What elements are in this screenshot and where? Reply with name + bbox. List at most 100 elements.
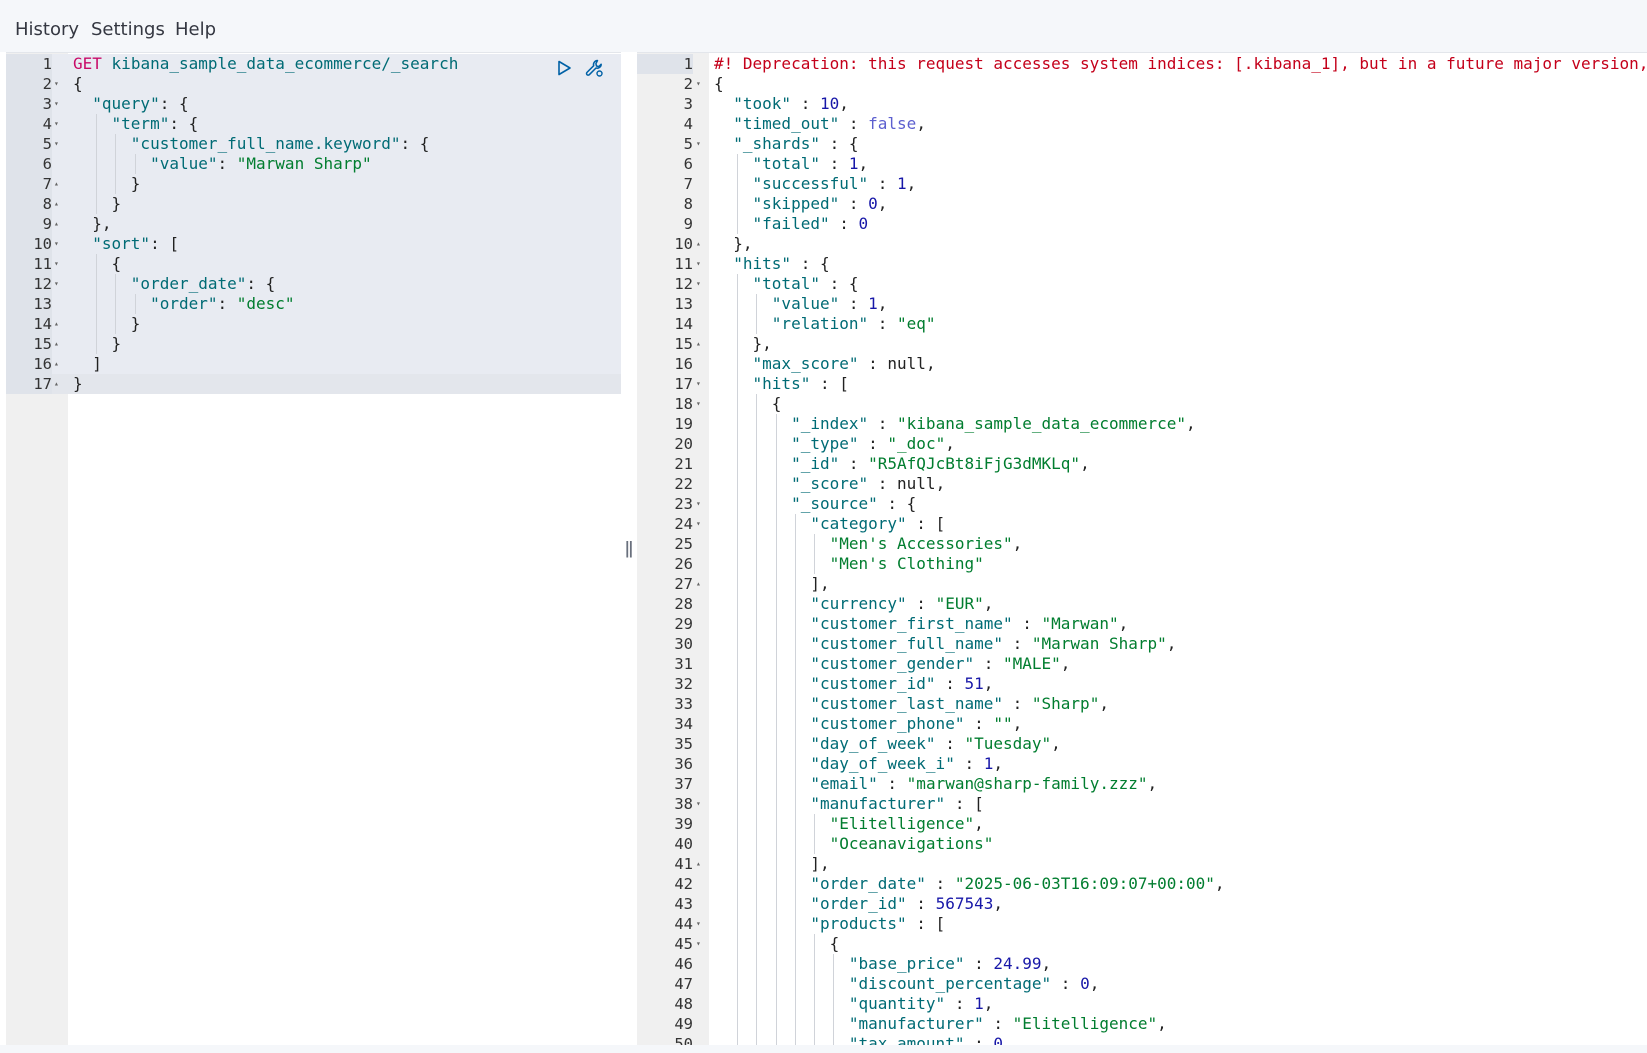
- fold-arrow-icon[interactable]: ▾: [696, 934, 701, 954]
- code-text: GET kibana_sample_data_ecommerce/_search: [73, 54, 458, 74]
- unfold-arrow-icon[interactable]: ▴: [54, 174, 59, 194]
- token-key: "customer_full_name": [810, 634, 1003, 653]
- response-line: 26 "Men's Clothing": [637, 554, 1647, 574]
- fold-arrow-icon[interactable]: ▾: [696, 914, 701, 934]
- code-text: "Elitelligence",: [714, 814, 984, 834]
- fold-arrow-icon[interactable]: ▾: [54, 274, 59, 294]
- indent-guide: [737, 994, 739, 1014]
- response-line: 28 "currency" : "EUR",: [637, 594, 1647, 614]
- response-line: 14 "relation" : "eq": [637, 314, 1647, 334]
- indent-guide: [756, 914, 758, 934]
- token-punct: :: [839, 454, 869, 473]
- token-str: "desc": [236, 294, 295, 313]
- indent-guide: [794, 654, 796, 674]
- response-line: 2 ▾ {: [637, 74, 1647, 94]
- indent-guide: [756, 894, 758, 914]
- indent-guide: [814, 974, 815, 994]
- line-number: 44: [674, 915, 693, 933]
- line-number: 4: [6, 114, 52, 134]
- token-key: "term": [111, 114, 170, 133]
- token-punct: :: [217, 154, 237, 173]
- fold-arrow-icon[interactable]: ▾: [54, 234, 59, 254]
- indent-guide: [737, 394, 739, 414]
- indent-guide: [794, 854, 796, 874]
- wrench-icon[interactable]: [583, 57, 605, 79]
- indent-guide: [756, 434, 758, 454]
- fold-arrow-icon[interactable]: ▾: [696, 74, 701, 94]
- fold-arrow-icon[interactable]: ▾: [696, 494, 701, 514]
- indent-guide: [737, 194, 739, 214]
- indent-guide: [756, 814, 758, 834]
- request-line: 2 ▾ {: [6, 74, 621, 94]
- token-punct: ,: [983, 594, 994, 613]
- response-line: 11 ▾ "hits" : {: [637, 254, 1647, 274]
- unfold-arrow-icon[interactable]: ▴: [54, 194, 59, 214]
- indent-guide: [737, 294, 739, 314]
- token-punct: :: [906, 594, 936, 613]
- token-key: "value": [150, 154, 218, 173]
- unfold-arrow-icon[interactable]: ▴: [54, 214, 59, 234]
- indent-guide: [737, 414, 739, 434]
- line-number: 28: [674, 595, 693, 613]
- response-line: 23 ▾ "_source" : {: [637, 494, 1647, 514]
- code-text: "currency" : "EUR",: [714, 594, 993, 614]
- unfold-arrow-icon[interactable]: ▴: [54, 374, 59, 394]
- token-punct: :: [954, 754, 984, 773]
- indent-guide: [775, 634, 777, 654]
- fold-arrow-icon[interactable]: ▾: [54, 94, 59, 114]
- fold-arrow-icon[interactable]: ▾: [54, 254, 59, 274]
- fold-arrow-icon[interactable]: ▾: [696, 514, 701, 534]
- unfold-arrow-icon[interactable]: ▴: [696, 334, 701, 354]
- line-number: 14: [6, 314, 52, 334]
- line-number: 10: [6, 234, 52, 254]
- request-lines[interactable]: 1 GET kibana_sample_data_ecommerce/_searc…: [6, 54, 621, 394]
- indent-guide: [814, 554, 815, 574]
- line-number: 1: [637, 54, 693, 74]
- play-icon[interactable]: [553, 57, 575, 79]
- response-line: 7 "successful" : 1,: [637, 174, 1647, 194]
- token-key: "_type": [791, 434, 859, 453]
- unfold-arrow-icon[interactable]: ▴: [696, 854, 701, 874]
- resize-handle-icon[interactable]: ǁ: [622, 52, 636, 1045]
- token-punct: }: [130, 314, 141, 333]
- fold-arrow-icon[interactable]: ▾: [696, 374, 701, 394]
- fold-arrow-icon[interactable]: ▾: [696, 394, 701, 414]
- fold-arrow-icon[interactable]: ▾: [696, 794, 701, 814]
- fold-arrow-icon[interactable]: ▾: [54, 114, 59, 134]
- token-key: "query": [92, 94, 160, 113]
- menu-settings[interactable]: Settings: [91, 19, 165, 40]
- menu-help[interactable]: Help: [175, 19, 216, 40]
- line-number: 32: [674, 675, 693, 693]
- unfold-arrow-icon[interactable]: ▴: [696, 574, 701, 594]
- token-str: "kibana_sample_data_ecommerce": [897, 414, 1187, 433]
- indent-guide: [756, 934, 758, 954]
- unfold-arrow-icon[interactable]: ▴: [54, 314, 59, 334]
- line-number: 47: [674, 975, 693, 993]
- fold-arrow-icon[interactable]: ▾: [54, 74, 59, 94]
- fold-arrow-icon[interactable]: ▾: [696, 254, 701, 274]
- token-punct: :: [868, 414, 898, 433]
- fold-arrow-icon[interactable]: ▾: [54, 134, 59, 154]
- request-editor[interactable]: 1 GET kibana_sample_data_ecommerce/_searc…: [6, 52, 621, 1045]
- indent-guide: [756, 754, 758, 774]
- token-url: kibana_sample_data_ecommerce/_search: [111, 54, 459, 73]
- fold-arrow-icon[interactable]: ▾: [696, 134, 701, 154]
- response-line: 36 "day_of_week_i" : 1,: [637, 754, 1647, 774]
- response-line: 8 "skipped" : 0,: [637, 194, 1647, 214]
- response-viewer[interactable]: 1 #! Deprecation: this request accesses s…: [637, 52, 1647, 1045]
- indent-guide: [775, 834, 777, 854]
- unfold-arrow-icon[interactable]: ▴: [54, 354, 59, 374]
- unfold-arrow-icon[interactable]: ▴: [54, 334, 59, 354]
- token-key: "_index": [791, 414, 869, 433]
- line-number: 37: [674, 775, 693, 793]
- indent-guide: [756, 414, 758, 434]
- fold-arrow-icon[interactable]: ▾: [696, 274, 701, 294]
- indent-guide: [756, 794, 758, 814]
- menu-history[interactable]: History: [15, 19, 79, 40]
- token-str: "Elitelligence": [1012, 1014, 1158, 1033]
- response-line: 44 ▾ "products" : [: [637, 914, 1647, 934]
- unfold-arrow-icon[interactable]: ▴: [696, 234, 701, 254]
